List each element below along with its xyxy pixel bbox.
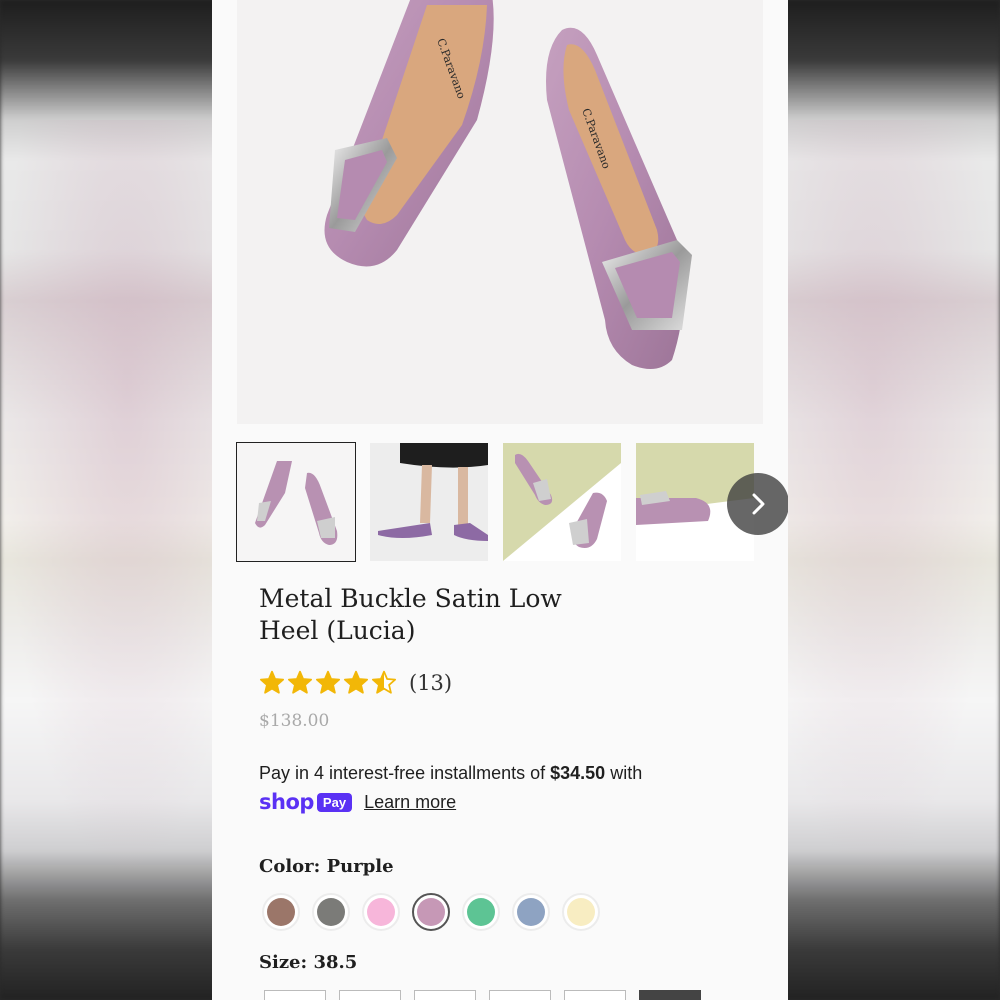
swatch-fill — [317, 898, 345, 926]
color-swatch-purple[interactable] — [412, 893, 450, 931]
thumbnail-pair-diagonal[interactable] — [503, 443, 621, 561]
star-full-icon — [287, 670, 313, 694]
thumbnail-strip — [236, 442, 788, 563]
color-swatch-brown[interactable] — [262, 893, 300, 931]
review-count[interactable]: (13) — [409, 671, 452, 695]
swatch-fill — [517, 898, 545, 926]
size-label-prefix: Size: — [259, 952, 308, 973]
installments-prefix: Pay in 4 interest-free installments of — [259, 763, 551, 783]
product-hero-image[interactable]: C.Paravano C.Paravano — [237, 0, 763, 424]
color-swatch-gray[interactable] — [312, 893, 350, 931]
thumbnail-model-wearing[interactable] — [370, 443, 488, 561]
swatch-fill — [417, 898, 445, 926]
size-option-selected[interactable] — [639, 990, 701, 1000]
gallery-next-button[interactable] — [727, 473, 788, 535]
swatch-fill — [467, 898, 495, 926]
shoe-pair-illustration: C.Paravano C.Paravano — [324, 0, 692, 370]
product-page: C.Paravano C.Paravano Metal Buckle Satin… — [212, 0, 788, 1000]
swatch-fill — [567, 898, 595, 926]
star-rating — [259, 670, 397, 696]
product-title: Metal Buckle Satin Low Heel (Lucia) — [259, 584, 562, 645]
color-label: Color: Purple — [259, 856, 394, 877]
shop-pay-logo: shop — [259, 790, 314, 814]
color-swatch-pink[interactable] — [362, 893, 400, 931]
color-label-prefix: Color: — [259, 856, 321, 877]
backdrop-tint-right — [788, 120, 1000, 880]
star-half-icon — [371, 670, 397, 694]
thumbnail-pair-top-view[interactable] — [236, 442, 356, 562]
size-option[interactable] — [489, 990, 551, 1000]
size-option[interactable] — [564, 990, 626, 1000]
shop-pay-badge: Pay — [316, 792, 353, 812]
swatch-fill — [267, 898, 295, 926]
star-full-icon — [259, 670, 285, 694]
right-shoe: C.Paravano — [546, 27, 692, 370]
size-selected-value: 38.5 — [313, 952, 358, 973]
color-swatch-blue[interactable] — [512, 893, 550, 931]
size-label: Size: 38.5 — [259, 952, 357, 973]
chevron-right-icon — [752, 493, 765, 515]
color-swatch-cream[interactable] — [562, 893, 600, 931]
color-selected-value: Purple — [326, 856, 394, 877]
learn-more-link[interactable]: Learn more — [364, 792, 456, 813]
star-full-icon — [343, 670, 369, 694]
product-price: $138.00 — [259, 711, 330, 731]
installments-suffix: with — [605, 763, 643, 783]
size-option[interactable] — [414, 990, 476, 1000]
product-rating[interactable]: (13) — [259, 670, 452, 696]
installments-text: Pay in 4 interest-free installments of $… — [259, 762, 759, 784]
shop-pay-row: shop Pay Learn more — [259, 790, 456, 814]
star-full-icon — [315, 670, 341, 694]
swatch-fill — [367, 898, 395, 926]
size-option[interactable] — [339, 990, 401, 1000]
backdrop-tint-left — [0, 120, 212, 880]
color-swatch-green[interactable] — [462, 893, 500, 931]
left-shoe: C.Paravano — [324, 0, 494, 267]
installment-amount: $34.50 — [550, 763, 606, 783]
size-option[interactable] — [264, 990, 326, 1000]
